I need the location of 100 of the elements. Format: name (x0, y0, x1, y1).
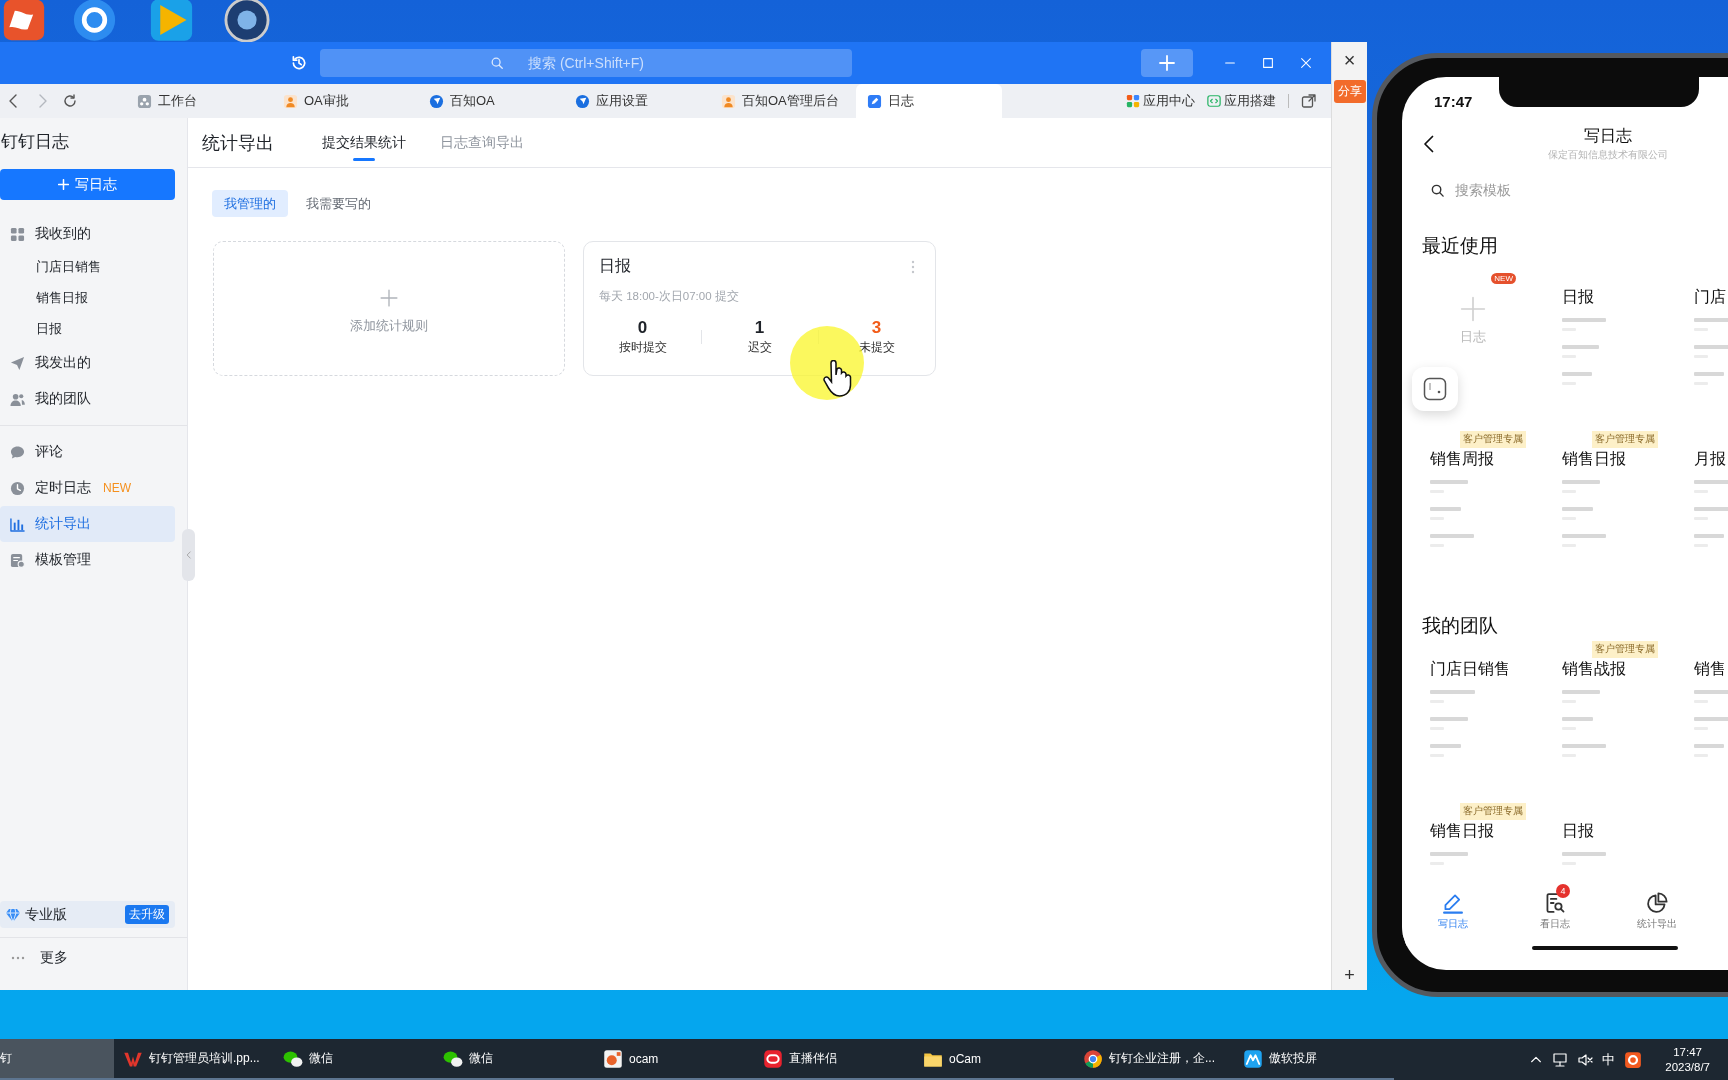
nav-tab[interactable]: 统计导出 (1606, 876, 1708, 946)
template-title[interactable]: 销售 (1694, 659, 1728, 680)
network-icon[interactable] (1552, 1051, 1569, 1068)
app-title: 钉钉日志 (0, 131, 70, 152)
template-title[interactable]: 销售周报 (1430, 449, 1552, 470)
stat-label: 未提交 (858, 339, 895, 356)
sidebar-subitem[interactable]: 销售日报 (0, 283, 175, 314)
workbench-icon (137, 93, 152, 109)
taskbar-item[interactable]: 傲软投屏 (1234, 1039, 1394, 1080)
stat-label: 按时提交 (618, 339, 667, 356)
sidebar-item[interactable]: 模板管理 (0, 542, 175, 578)
sidebar-subitem[interactable]: 门店日销售 (0, 252, 175, 283)
taskbar-item[interactable]: 微信 (274, 1039, 434, 1080)
status-time: 17:47 (1434, 92, 1473, 110)
filter-tab[interactable]: 我管理的 (212, 190, 288, 217)
people-icon (10, 391, 25, 407)
template-tag: 客户管理专属 (1592, 431, 1658, 448)
hand-cursor-icon (822, 360, 852, 398)
template-tag: 客户管理专属 (1592, 641, 1658, 658)
pie-chart-icon (1646, 891, 1668, 914)
tab[interactable]: 百知OA (418, 84, 564, 118)
template-tag: 客户管理专属 (1460, 803, 1526, 820)
template-tag: 客户管理专属 (1460, 431, 1526, 448)
live-app-icon (763, 1048, 783, 1069)
nav-tab[interactable]: 看日志 4 (1504, 876, 1606, 946)
template-title[interactable]: 日报 (1562, 287, 1684, 308)
template-title[interactable]: 门店 (1694, 287, 1728, 308)
widget-icon (1423, 377, 1447, 401)
compass-icon (575, 93, 590, 109)
plus-icon (58, 179, 69, 190)
write-log-button[interactable]: 写日志 (0, 169, 175, 200)
taskbar-item[interactable]: ocam (594, 1039, 754, 1080)
clock[interactable]: 17:47 2023/8/7 (1665, 1044, 1710, 1075)
nav-tab[interactable]: 写日志 (1402, 876, 1504, 946)
dashboard-icon (10, 226, 25, 242)
sidebar-item[interactable]: 我发出的 (0, 345, 175, 381)
taskbar-item[interactable]: 微信 (434, 1039, 594, 1080)
template-title[interactable]: 日报 (1562, 821, 1684, 842)
plus-icon (1460, 296, 1486, 322)
search-icon (1430, 182, 1445, 198)
tab[interactable]: 日志 (856, 84, 1002, 118)
history-icon[interactable] (290, 54, 308, 72)
compass-icon (429, 93, 444, 109)
new-button[interactable] (1141, 49, 1193, 77)
taskbar-item[interactable]: 钉 (0, 1039, 114, 1080)
template-title[interactable]: 门店日销售 (1430, 659, 1552, 680)
filter-tab[interactable]: 我需要写的 (294, 190, 383, 217)
taskbar-item[interactable]: 钉钉企业注册，企... (1074, 1039, 1234, 1080)
section-title: 最近使用 (1421, 234, 1499, 258)
template-title[interactable]: 销售战报 (1562, 659, 1684, 680)
sidebar-item[interactable]: 统计导出 (0, 506, 175, 542)
taskbar-item[interactable]: 钉钉管理员培训.pp... (114, 1039, 274, 1080)
close-button[interactable]: × (1343, 50, 1356, 70)
bar-chart-icon (10, 516, 25, 532)
add-button[interactable]: + (1344, 966, 1355, 984)
app-grid-icon (1126, 94, 1140, 108)
plan-label: 专业版 (25, 905, 67, 924)
upgrade-button[interactable]: 去升级 (125, 905, 169, 924)
tab[interactable]: 工作台 (126, 84, 272, 118)
sidebar-item[interactable]: 评论 (0, 434, 175, 470)
new-template-card[interactable]: NEW 日志 (1430, 269, 1516, 346)
sidebar-item[interactable]: 我收到的 (0, 216, 175, 252)
popout-icon[interactable] (1301, 93, 1317, 109)
template-title[interactable]: 销售日报 (1430, 821, 1552, 842)
input-method-icon[interactable] (1624, 1050, 1643, 1069)
stat-label: 迟交 (747, 339, 772, 356)
count-badge: 4 (1556, 884, 1570, 898)
taskbar-item[interactable]: oCam (914, 1039, 1074, 1080)
floating-widget[interactable] (1412, 367, 1458, 411)
search-field[interactable]: 搜索模板 (1455, 182, 1605, 198)
section-title: 我的团队 (1421, 614, 1499, 638)
tab[interactable]: 提交结果统计 (322, 117, 406, 168)
refresh-icon[interactable] (62, 93, 78, 109)
sidebar-item[interactable]: 我的团队 (0, 381, 175, 417)
person-icon (721, 93, 736, 109)
toolbar-link[interactable]: 应用中心 (1126, 92, 1195, 110)
template-title[interactable]: 销售日报 (1562, 449, 1684, 470)
app-icon (149, 0, 194, 44)
clock-icon (10, 480, 25, 496)
sidebar-subitem[interactable]: 日报 (0, 314, 175, 345)
stat-value: 3 (871, 318, 882, 338)
taskbar-item[interactable]: 直播伴侣 (754, 1039, 914, 1080)
sidebar-item[interactable]: 定时日志 NEW (0, 470, 175, 506)
more-item[interactable]: 更多 (0, 937, 187, 978)
company-name: 保定百知信息技术有限公司 (1548, 148, 1668, 162)
tab[interactable]: 百知OA管理后台 (710, 84, 856, 118)
new-badge: NEW (1491, 273, 1516, 284)
template-icon (10, 552, 25, 568)
tab[interactable]: OA审批 (272, 84, 418, 118)
collapse-handle[interactable] (182, 529, 195, 581)
template-title[interactable]: 月报 (1694, 449, 1728, 470)
paper-plane-icon (10, 355, 25, 371)
code-icon (1207, 94, 1221, 108)
input-language[interactable]: 中 (1602, 1050, 1616, 1069)
tab[interactable]: 应用设置 (564, 84, 710, 118)
new-label: NEW (103, 481, 131, 495)
note-icon (867, 93, 882, 109)
template-label: 日志 (1460, 328, 1486, 346)
add-rule-label: 添加统计规则 (350, 316, 428, 335)
toolbar-link[interactable]: 应用搭建 (1207, 92, 1276, 110)
